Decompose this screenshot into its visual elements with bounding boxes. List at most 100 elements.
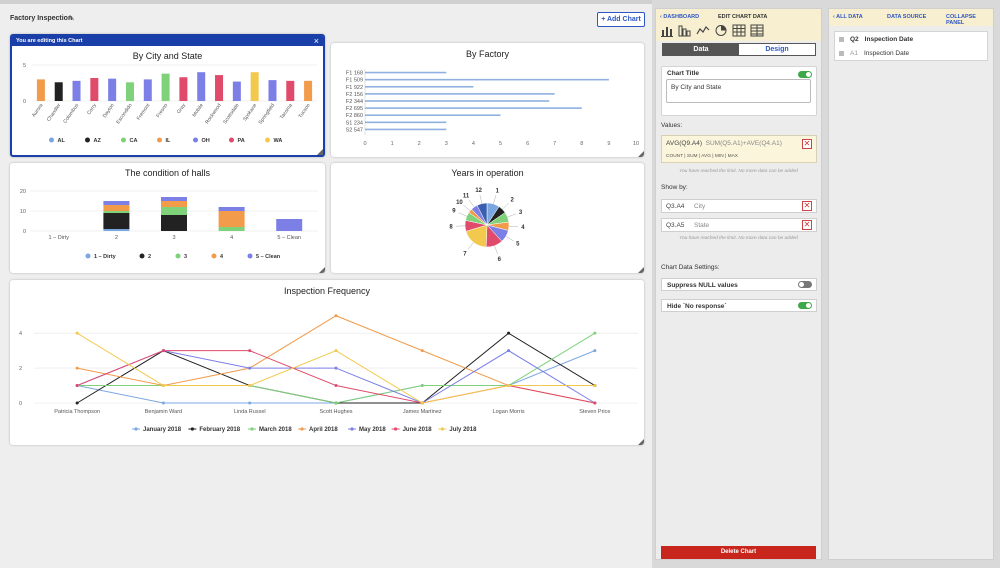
chart-card-factory[interactable]: By Factory 0 1 2 3 4 5 6 7 8 9 10 F1 168 F1 509 F1 92…	[331, 43, 644, 157]
data-point	[161, 384, 165, 388]
bar	[365, 128, 447, 131]
series-line	[76, 350, 596, 404]
data-point	[334, 314, 338, 318]
show-by-row[interactable]: Q3.A5 State ✕	[661, 218, 817, 232]
area-chart-icon[interactable]	[696, 24, 710, 37]
series-line	[77, 350, 596, 404]
chart-card-years[interactable]: Years in operation 1 2 3 4 5 6 7 8 9 10 11 12	[331, 163, 644, 273]
legend-marker	[247, 253, 253, 259]
years-chart: 123456789101112	[449, 188, 525, 263]
x-tick-label: Chandler	[46, 102, 63, 122]
bar-segment	[103, 201, 130, 205]
x-tick-label: Patricia Thompson	[54, 409, 100, 415]
data-source-list: Q2 Inspection Date A1 Inspection Date	[834, 31, 988, 61]
back-to-dashboard-link[interactable]: ‹ DASHBOARD	[660, 14, 699, 20]
bar	[365, 107, 582, 109]
value-expression-row[interactable]: AVG(Q9.A4) SUM(Q5.A1)+AVE(Q4.A1) ✕ COUNT…	[661, 135, 817, 163]
show-by-limit-note: You have reached the limit. No more data…	[679, 236, 798, 241]
show-by-row[interactable]: Q3.A4 City ✕	[661, 199, 817, 213]
tab-data[interactable]: Data	[663, 44, 739, 55]
x-tick-label: Aurora	[31, 103, 45, 119]
chart-data-settings-label: Chart Data Settings:	[661, 264, 720, 271]
y-tick-label: 0	[19, 401, 22, 407]
bar-segment	[103, 205, 130, 211]
slice-label: 12	[475, 188, 482, 194]
leader-line	[468, 199, 475, 208]
chart-card-frequency[interactable]: Inspection Frequency 0 2 4 Patricia Thompso…	[10, 280, 644, 445]
remove-show-by-icon[interactable]: ✕	[802, 201, 812, 211]
data-source-item[interactable]: A1 Inspection Date	[839, 50, 909, 57]
x-tick-label: 4	[472, 141, 475, 147]
chart-title-input[interactable]: By City and State	[666, 79, 811, 103]
remove-value-icon[interactable]: ✕	[802, 139, 812, 149]
resize-handle[interactable]	[319, 267, 325, 273]
item-key: A1	[850, 50, 858, 57]
table-icon[interactable]	[732, 24, 746, 37]
legend-label: 5 – Clean	[256, 254, 281, 260]
collapse-panel-link[interactable]: COLLAPSE PANEL	[946, 14, 993, 26]
item-square-icon	[839, 36, 844, 42]
pie-chart-icon[interactable]	[714, 24, 728, 37]
resize-handle[interactable]	[638, 439, 644, 445]
data-point	[593, 349, 597, 353]
grid-icon[interactable]	[750, 24, 764, 37]
data-point	[334, 384, 338, 388]
slice-label: 10	[456, 200, 463, 206]
resize-handle[interactable]	[638, 151, 644, 157]
legend-marker	[211, 253, 217, 259]
x-tick-label: Mobile	[191, 103, 204, 119]
remove-show-by-icon[interactable]: ✕	[802, 220, 812, 230]
hide-no-response-toggle[interactable]	[798, 302, 812, 309]
chart-title: By Factory	[465, 49, 509, 59]
y-tick-label: S1 234	[346, 120, 363, 126]
legend-marker	[190, 427, 194, 431]
legend-label: AZ	[94, 138, 102, 144]
item-label: Inspection Date	[864, 36, 914, 43]
legend-label: 2	[148, 254, 151, 260]
data-source-item[interactable]: Q2 Inspection Date	[839, 36, 913, 43]
bar	[286, 80, 295, 101]
line-chart-icon[interactable]	[678, 24, 692, 37]
delete-chart-button[interactable]: Delete Chart	[661, 546, 816, 559]
factory-chart: 0 1 2 3 4 5 6 7 8 9 10 F1 168F1 509F1 922F2 156F2 3…	[346, 69, 639, 147]
chart-card-city-state[interactable]: You are editing this Chart × By City and…	[10, 34, 325, 157]
bar-segment	[161, 197, 187, 201]
legend-label: February 2018	[199, 427, 240, 433]
suppress-null-toggle[interactable]	[798, 281, 812, 288]
y-tick-label: 0	[23, 229, 26, 235]
legend-label: 4	[220, 254, 224, 260]
close-edit-icon[interactable]: ×	[314, 36, 319, 46]
chart-title-toggle[interactable]	[798, 71, 812, 78]
x-tick-label: 7	[553, 141, 556, 147]
series-line	[77, 315, 595, 404]
legend-marker	[175, 253, 181, 259]
tab-design[interactable]: Design	[739, 44, 815, 55]
value-expression[interactable]: AVG(Q9.A4) SUM(Q5.A1)+AVE(Q4.A1)	[666, 140, 782, 147]
panel-header: ‹ DASHBOARD EDIT CHART DATA	[656, 9, 821, 41]
bar-chart-icon[interactable]	[660, 24, 674, 37]
all-data-link[interactable]: ‹ ALL DATA	[833, 14, 863, 20]
bar-segment	[218, 207, 245, 211]
x-tick-label: Escondido	[115, 103, 133, 126]
bar	[365, 114, 501, 117]
x-tick-label: 4	[230, 235, 233, 241]
y-tick-label: 5	[23, 63, 26, 69]
y-tick-label: F1 168	[346, 71, 363, 77]
legend-marker	[300, 427, 304, 431]
resize-handle[interactable]	[638, 267, 644, 273]
legend-marker	[265, 137, 270, 143]
chart-title-label: Chart Title	[667, 70, 700, 77]
bar	[215, 75, 224, 101]
add-chart-button[interactable]: + Add Chart	[597, 12, 645, 27]
legend-marker	[394, 427, 398, 431]
chart-card-halls[interactable]: The condition of halls 0 10 20 1 – Dirty 2 3 4…	[10, 163, 325, 273]
x-tick-label: 3	[172, 235, 175, 241]
edit-title-pencil-icon[interactable]: ✎	[68, 14, 75, 23]
legend-label: January 2018	[143, 427, 182, 433]
y-tick-label: F2 156	[346, 92, 363, 98]
resize-handle[interactable]	[317, 149, 323, 155]
x-tick-label: Spokane	[242, 103, 258, 123]
aggregation-options[interactable]: COUNT | SUM | AVG | MIN | MAX	[666, 154, 738, 159]
item-label: Inspection Date	[863, 50, 910, 57]
slice-label: 5	[516, 242, 520, 248]
